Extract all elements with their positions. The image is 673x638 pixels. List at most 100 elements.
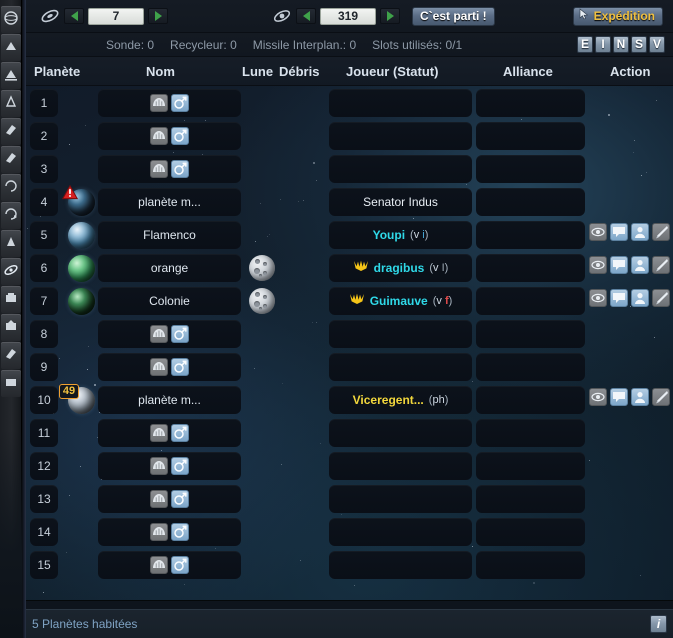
rail-icon-fleet[interactable] [1,174,21,201]
rail-icon-merchant[interactable] [1,286,21,313]
rail-icon-shipyard[interactable] [1,118,21,145]
table-row: 1 [26,86,673,119]
buddy-icon[interactable] [631,256,649,274]
planet-thumbnail[interactable] [68,222,95,249]
rail-icon-alliance[interactable] [1,230,21,257]
buddy-icon[interactable] [631,289,649,307]
planet-name: planète m... [138,393,201,407]
buddy-icon[interactable] [631,223,649,241]
alliance-name [476,221,585,249]
deploy-icon[interactable] [171,424,189,442]
player-name[interactable]: dragibus [374,254,425,282]
planet-name-cell[interactable]: planète m... [98,188,241,216]
empty-slot-actions [98,155,241,183]
empty-slot-actions [98,452,241,480]
row-number: 4 [40,195,48,209]
rail-icon-resources[interactable] [1,34,21,61]
planet-name-cell[interactable]: Colonie [98,287,241,315]
deploy-icon[interactable] [171,160,189,178]
colonize-icon[interactable] [150,490,168,508]
deploy-icon[interactable] [171,556,189,574]
table-row: 5 Flamenco Youpi (v i) [26,218,673,251]
espionage-icon[interactable] [589,388,607,406]
espionage-icon[interactable] [589,256,607,274]
empty-slot-actions [98,353,241,381]
espionage-icon[interactable] [589,289,607,307]
player-cell-empty [329,320,472,348]
rail-icon-officers[interactable] [1,314,21,341]
planet-name-cell[interactable]: orange [98,254,241,282]
deploy-icon[interactable] [171,490,189,508]
rail-icon-defense[interactable] [1,146,21,173]
galaxy-input[interactable]: 7 [88,7,144,25]
buddy-icon[interactable] [631,388,649,406]
deploy-icon[interactable] [171,358,189,376]
alliance-cell-empty [476,419,585,447]
missile-attack-icon[interactable] [652,256,670,274]
colonize-icon[interactable] [150,94,168,112]
deploy-icon[interactable] [171,523,189,541]
left-nav-rail[interactable] [0,0,22,638]
planet-name-cell[interactable]: Flamenco [98,221,241,249]
colonize-icon[interactable] [150,358,168,376]
row-number: 7 [40,294,48,308]
planet-thumbnail[interactable] [68,255,95,282]
missile-attack-icon[interactable] [652,289,670,307]
go-button[interactable]: C`est parti ! [412,6,495,26]
missile-attack-icon[interactable] [652,223,670,241]
colonize-icon[interactable] [150,160,168,178]
colonize-icon[interactable] [150,523,168,541]
alliance-cell-empty [476,518,585,546]
filter-button-s[interactable]: S [631,36,647,53]
player-status: (v I) [429,262,449,274]
moon-icon[interactable] [249,288,275,314]
colonize-icon[interactable] [150,556,168,574]
table-row: 14 [26,515,673,548]
recycler-count: Recycleur: 0 [170,37,237,52]
player-name[interactable]: Guimauve [370,287,428,315]
colonize-icon[interactable] [150,325,168,343]
expedition-button[interactable]: Expédition [572,6,663,26]
rail-icon-research[interactable] [1,90,21,117]
player-name[interactable]: Senator Indus [363,188,438,216]
colonize-icon[interactable] [150,424,168,442]
alliance-name [476,254,585,282]
table-row: 4 planète m... Senator Indus [26,184,673,218]
filter-button-v[interactable]: V [649,36,665,53]
system-prev-button[interactable] [296,8,316,24]
rail-icon-shop[interactable] [1,342,21,369]
filter-button-n[interactable]: N [613,36,629,53]
rail-icon-facilities[interactable] [1,62,21,89]
planet-thumbnail[interactable] [68,288,95,315]
colonize-icon[interactable] [150,457,168,475]
message-icon[interactable] [610,256,628,274]
system-input[interactable]: 319 [320,7,376,25]
deploy-icon[interactable] [171,94,189,112]
moon-icon[interactable] [249,255,275,281]
message-icon[interactable] [610,388,628,406]
row-number: 15 [37,558,51,572]
rail-icon-galaxy[interactable] [1,258,21,285]
filter-button-i[interactable]: I [595,36,611,53]
espionage-icon[interactable] [589,223,607,241]
deploy-icon[interactable] [171,457,189,475]
galaxy-prev-button[interactable] [64,8,84,24]
player-name[interactable]: Youpi [373,221,405,249]
player-cell: Viceregent... (ph) [329,386,472,414]
message-icon[interactable] [610,223,628,241]
rail-icon-movement[interactable] [1,202,21,229]
planet-name-cell[interactable]: planète m... [98,386,241,414]
missile-attack-icon[interactable] [652,388,670,406]
player-name[interactable]: Viceregent... [353,386,424,414]
deploy-icon[interactable] [171,127,189,145]
planet-name: orange [150,261,189,275]
filter-button-e[interactable]: E [577,36,593,53]
colonize-icon[interactable] [150,127,168,145]
system-next-button[interactable] [380,8,400,24]
empty-slot-actions [98,551,241,579]
galaxy-next-button[interactable] [148,8,168,24]
deploy-icon[interactable] [171,325,189,343]
rail-icon-extra[interactable] [1,370,21,397]
rail-icon-overview[interactable] [1,6,21,33]
message-icon[interactable] [610,289,628,307]
